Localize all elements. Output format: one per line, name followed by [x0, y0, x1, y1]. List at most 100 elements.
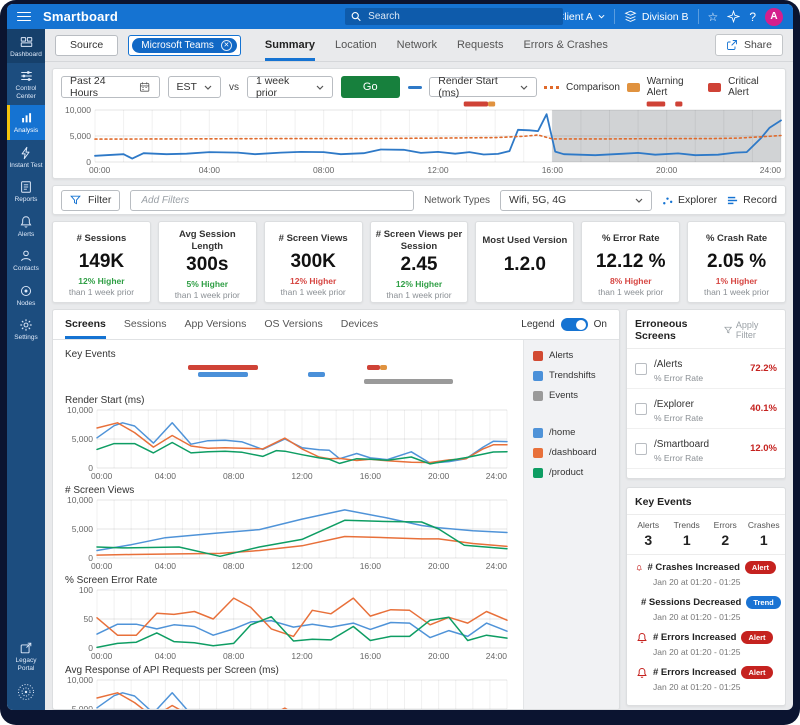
svg-text:00:00: 00:00 [91, 561, 113, 571]
key-event-bar[interactable] [379, 365, 387, 370]
search-input[interactable] [366, 10, 557, 23]
key-event-bar[interactable] [363, 379, 454, 384]
share-button[interactable]: Share [714, 34, 783, 56]
tab-location[interactable]: Location [335, 29, 377, 61]
render-start-chart[interactable]: 05,00010,00000:00 04:00 08:00 12:00 16:00 20:… [63, 406, 519, 482]
tab-summary[interactable]: Summary [264, 29, 316, 61]
explorer-button[interactable]: Explorer [662, 194, 717, 206]
row-checkbox[interactable] [635, 442, 647, 455]
tab-requests[interactable]: Requests [457, 29, 503, 61]
sidebar-item-analysis[interactable]: Analysis [7, 105, 45, 141]
key-events-bars [63, 365, 519, 391]
sidebar-item-reports[interactable]: Reports [7, 174, 45, 208]
search-box[interactable] [345, 8, 563, 25]
menu-icon[interactable] [17, 11, 31, 22]
panel-tabs: Screens Sessions App Versions OS Version… [53, 310, 619, 340]
remove-filter-icon[interactable]: ✕ [220, 39, 232, 51]
sidebar-item-contacts[interactable]: Contacts [7, 243, 45, 277]
tab-errors-crashes[interactable]: Errors & Crashes [523, 29, 607, 61]
series-legend: /home /dashboard /product [533, 427, 610, 478]
compare-select[interactable]: 1 week prior [246, 75, 333, 99]
key-event-item[interactable]: # Errors Increased Alert Jan 20 at 01:20… [636, 666, 776, 692]
svg-text:10,000: 10,000 [67, 676, 93, 685]
svg-text:5,000: 5,000 [72, 704, 94, 709]
help-icon[interactable]: ? [749, 11, 756, 23]
key-event-item[interactable]: # Crashes Increased Alert Jan 20 at 01:2… [636, 561, 776, 587]
counter-errors: Errors 2 [713, 520, 737, 548]
svg-text:100: 100 [79, 586, 93, 595]
key-event-bar[interactable] [366, 365, 380, 370]
overview-chart[interactable]: 05,00010,00000:00 04:00 08:00 12:00 16:00 20:… [61, 100, 787, 176]
bottom-section: Screens Sessions App Versions OS Version… [52, 309, 786, 710]
svg-text:16:00: 16:00 [360, 561, 382, 571]
tab-screens[interactable]: Screens [65, 310, 106, 339]
error-rate-chart[interactable]: 05010000:00 04:00 08:00 12:00 16:00 20:00 24:0… [63, 586, 519, 662]
top-right-cluster: Client A Division B ☆ ? A [540, 7, 783, 26]
sidebar-item-dashboard[interactable]: Dashboard [7, 29, 45, 64]
key-event-item[interactable]: # Sessions Decreased Trend Jan 20 at 01:… [636, 596, 781, 622]
metric-select[interactable]: Render Start (ms) [429, 75, 538, 99]
sidebar-item-alerts[interactable]: Alerts [7, 209, 45, 243]
key-event-bar[interactable] [188, 365, 259, 370]
svg-text:10,000: 10,000 [67, 496, 93, 505]
key-event-item[interactable]: # Errors Increased Alert Jan 20 at 01:20… [636, 631, 776, 657]
filter-button[interactable]: Filter [61, 189, 121, 211]
legend-home: /home [533, 427, 610, 438]
svg-text:5,000: 5,000 [72, 434, 94, 444]
svg-text:12:00: 12:00 [291, 651, 313, 661]
svg-text:08:00: 08:00 [313, 165, 335, 175]
tab-network[interactable]: Network [397, 29, 437, 61]
chevron-down-icon [204, 85, 212, 90]
screen-views-chart[interactable]: 05,00010,00000:00 04:00 08:00 12:00 16:00 20:… [63, 496, 519, 572]
tab-sessions[interactable]: Sessions [124, 310, 167, 339]
add-filters-field[interactable] [130, 189, 415, 211]
svg-text:00:00: 00:00 [91, 471, 113, 481]
window-frame: Smartboard Client A Division B ☆ ? A [0, 0, 800, 725]
add-filters-input[interactable] [139, 193, 406, 207]
api-response-chart[interactable]: 05,00010,00000:0004:0008:0012:0016:0020:… [63, 676, 519, 709]
dashboard-swatch [533, 447, 543, 458]
screen-views-title: # Screen Views [65, 485, 135, 496]
sidebar-item-legacy-portal[interactable]: Legacy Portal [7, 635, 45, 676]
timezone-select[interactable]: EST [167, 76, 221, 98]
record-button[interactable]: Record [727, 194, 777, 206]
svg-text:20:00: 20:00 [428, 471, 450, 481]
key-event-bar[interactable] [307, 372, 326, 377]
division-selector[interactable]: Division B [624, 10, 689, 23]
charts-column: Key Events Render Start (ms) 0 5,000 10,00… [53, 340, 523, 709]
star-icon[interactable]: ☆ [708, 11, 719, 23]
screens-panel: Screens Sessions App Versions OS Version… [52, 309, 620, 710]
sidebar-item-instant-test[interactable]: Instant Test [7, 140, 45, 174]
source-filter-chip[interactable]: Microsoft Teams ✕ [128, 34, 241, 56]
key-events-header: Key Events [627, 488, 785, 515]
go-button[interactable]: Go [340, 76, 400, 98]
legend-toggle[interactable] [560, 318, 588, 331]
sidebar-item-settings[interactable]: Settings [7, 312, 45, 346]
tab-devices[interactable]: Devices [341, 310, 378, 339]
lightning-icon [21, 146, 30, 160]
bell-icon [20, 216, 32, 228]
network-types-select[interactable]: Wifi, 5G, 4G [500, 189, 653, 211]
svg-text:12:00: 12:00 [291, 471, 313, 481]
sidebar-item-control-center[interactable]: Control Center [7, 63, 45, 105]
sidebar-item-nodes[interactable]: Nodes [7, 278, 45, 312]
tab-os-versions[interactable]: OS Versions [264, 310, 322, 339]
error-rate-title: % Screen Error Rate [65, 575, 158, 586]
legend-strip: Alerts Trendshifts Events /home /dashboa… [523, 340, 619, 709]
key-event-bar[interactable] [197, 372, 249, 377]
svg-text:20:00: 20:00 [428, 651, 450, 661]
avatar[interactable]: A [765, 7, 783, 26]
bar-chart-icon [21, 113, 31, 123]
row-checkbox[interactable] [635, 362, 647, 375]
api-response-title: Avg Response of API Requests per Screen … [65, 665, 279, 676]
source-chip[interactable]: Source [55, 34, 119, 56]
tab-app-versions[interactable]: App Versions [184, 310, 246, 339]
events-swatch [533, 390, 543, 401]
apply-filter-button[interactable]: Apply Filter [723, 320, 777, 340]
document-icon [21, 181, 31, 194]
row-checkbox[interactable] [635, 402, 647, 415]
alert-badge: Alert [744, 561, 776, 574]
spark-icon[interactable] [727, 10, 741, 23]
funnel-icon [70, 195, 81, 204]
date-range-picker[interactable]: Past 24 Hours [61, 75, 160, 99]
